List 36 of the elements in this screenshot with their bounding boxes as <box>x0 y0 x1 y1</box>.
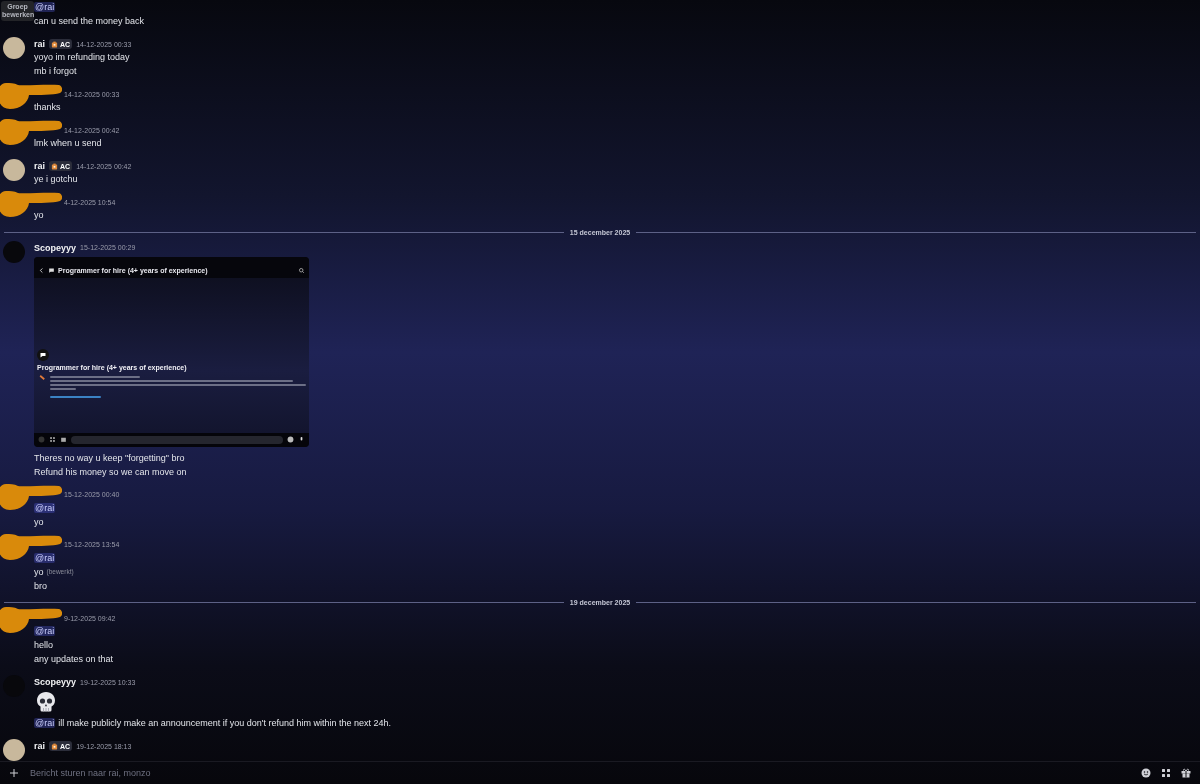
message-text: Refund his money so we can move on <box>34 466 187 477</box>
clipboard-icon <box>51 162 58 170</box>
message-text: yo <box>34 516 44 527</box>
username[interactable]: rai <box>34 39 45 49</box>
message-text: thanks <box>34 102 61 112</box>
apps-icon <box>49 436 56 443</box>
message-text: yo <box>34 566 44 577</box>
clipboard-icon <box>51 40 58 48</box>
message-text: Theres no way u keep "forgetting" bro <box>34 452 185 463</box>
message-text: can u send the money back <box>34 16 145 26</box>
message-text: bro <box>34 580 47 591</box>
mention-link[interactable]: @rai <box>34 718 56 728</box>
message-text: yoyo im refunding today <box>34 52 130 62</box>
username[interactable]: rai <box>34 741 45 751</box>
mention-link[interactable]: @rai <box>34 502 56 513</box>
skull-icon <box>34 690 58 714</box>
message-input[interactable]: Bericht sturen naar rai, monzo <box>28 767 1132 779</box>
username[interactable]: Scopeyyy <box>34 677 77 687</box>
mention-link[interactable]: @rai <box>34 552 56 563</box>
message-text: any updates on that <box>34 654 114 664</box>
message-text: hello <box>34 640 53 650</box>
chat-bubble-icon <box>48 267 55 274</box>
mention-link[interactable]: @rai <box>34 626 56 636</box>
search-icon <box>298 267 305 274</box>
message-text: ill make publicly make an announcement if you don't refund him within the next 24h. <box>58 718 392 728</box>
chat-bubble-icon <box>37 348 49 361</box>
message-text: ye i gotchu <box>34 174 78 184</box>
message-text: yo <box>34 210 44 220</box>
message-text: mb i forgot <box>34 66 77 76</box>
apps-icon[interactable] <box>1160 767 1172 779</box>
username[interactable]: rai <box>34 161 45 171</box>
username[interactable]: Scopeyyy <box>34 242 77 253</box>
message-text: lmk when u send <box>34 138 102 148</box>
mention-link[interactable]: @rai <box>34 2 56 12</box>
back-icon <box>38 267 45 274</box>
clipboard-icon <box>51 742 58 750</box>
